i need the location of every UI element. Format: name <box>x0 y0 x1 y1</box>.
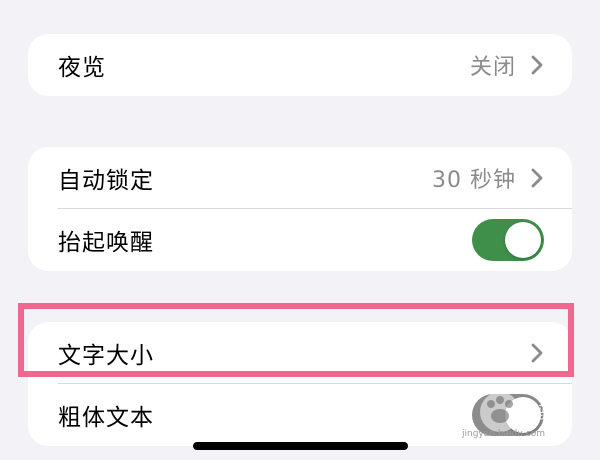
row-auto-lock[interactable]: 自动锁定 30 秒钟 <box>28 147 572 209</box>
row-value: 30 秒钟 <box>432 168 516 193</box>
row-label: 夜览 <box>58 55 106 81</box>
settings-group-lock: 自动锁定 30 秒钟 抬起唤醒 <box>28 147 572 271</box>
chevron-right-icon <box>531 55 543 75</box>
row-label: 自动锁定 <box>58 168 154 194</box>
bold-text-toggle[interactable] <box>472 394 544 436</box>
highlight-box <box>18 303 574 377</box>
row-label: 抬起唤醒 <box>58 230 154 256</box>
toggle-knob <box>505 222 541 258</box>
row-raise-to-wake: 抬起唤醒 <box>28 209 572 271</box>
row-label: 粗体文本 <box>58 405 154 431</box>
row-bold-text: 粗体文本 <box>28 384 572 446</box>
row-night-shift[interactable]: 夜览 关闭 <box>28 34 572 96</box>
toggle-knob <box>505 397 541 433</box>
settings-group-night-shift: 夜览 关闭 <box>28 34 572 96</box>
raise-to-wake-toggle[interactable] <box>472 219 544 261</box>
home-indicator[interactable] <box>193 442 408 450</box>
chevron-right-icon <box>531 168 543 188</box>
row-value: 关闭 <box>469 55 516 80</box>
